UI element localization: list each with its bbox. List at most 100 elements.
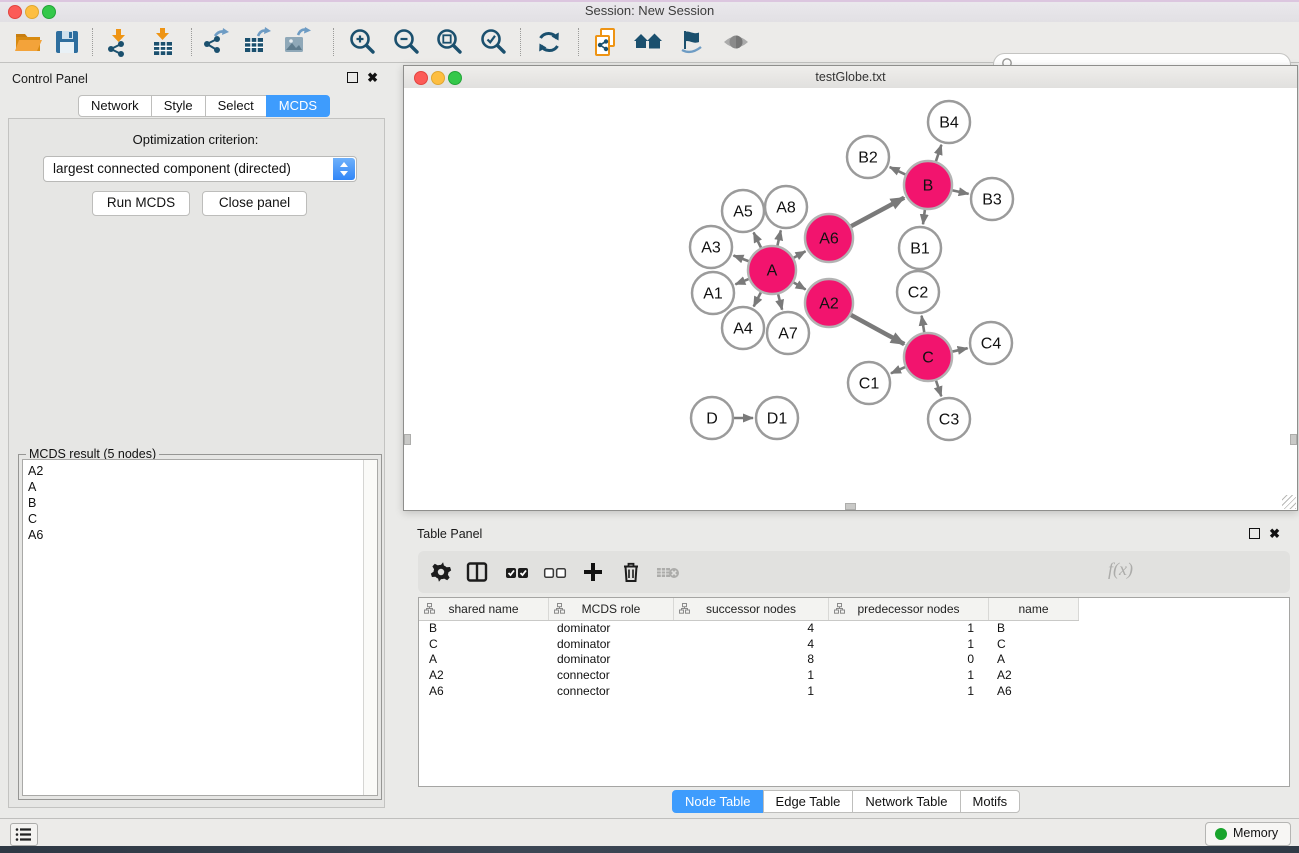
graph-edge-A-A5[interactable] — [754, 233, 762, 249]
delete-table-icon[interactable] — [656, 560, 680, 584]
import-network-icon[interactable] — [104, 27, 134, 57]
table-row[interactable]: Cdominator41C — [419, 637, 1079, 653]
graph-node-C[interactable]: C — [904, 333, 952, 381]
network-window-titlebar[interactable]: testGlobe.txt — [404, 66, 1297, 89]
close-panel-icon[interactable]: ✖ — [367, 72, 378, 83]
graph-node-D1[interactable]: D1 — [756, 397, 798, 439]
graph-edge-B-B3[interactable] — [951, 190, 968, 194]
graph-node-B1[interactable]: B1 — [899, 227, 941, 269]
graph-node-B2[interactable]: B2 — [847, 136, 889, 178]
home-icon[interactable] — [633, 27, 663, 57]
column-header-name[interactable]: name — [989, 598, 1079, 620]
deselect-all-icon[interactable] — [543, 560, 567, 584]
zoom-out-icon[interactable] — [391, 27, 421, 57]
horizontal-scroll-indicator[interactable] — [845, 503, 856, 510]
zoom-in-icon[interactable] — [347, 27, 377, 57]
graph-node-A1[interactable]: A1 — [692, 272, 734, 314]
run-mcds-button[interactable]: Run MCDS — [92, 191, 190, 216]
mcds-result-item[interactable]: A2 — [28, 463, 361, 479]
open-session-icon[interactable] — [13, 27, 43, 57]
graph-node-A5[interactable]: A5 — [722, 190, 764, 232]
graph-edge-A-A1[interactable] — [735, 279, 749, 285]
graph-edge-A-A4[interactable] — [754, 292, 762, 307]
export-network-icon[interactable] — [201, 27, 231, 57]
export-image-icon[interactable] — [281, 27, 311, 57]
select-all-icon[interactable] — [505, 560, 529, 584]
graph-edge-A2-C[interactable] — [850, 315, 904, 345]
table-row[interactable]: A2connector11A2 — [419, 668, 1079, 684]
vertical-scroll-indicator[interactable] — [404, 434, 411, 445]
graph-edge-A-A2[interactable] — [793, 282, 806, 290]
mcds-result-item[interactable]: A6 — [28, 527, 361, 543]
tab-node-table[interactable]: Node Table — [672, 790, 764, 813]
tab-network[interactable]: Network — [78, 95, 152, 117]
graph-edge-A-A7[interactable] — [778, 293, 782, 309]
import-table-icon[interactable] — [148, 27, 178, 57]
graph-node-C2[interactable]: C2 — [897, 271, 939, 313]
graph-edge-A6-B[interactable] — [850, 198, 904, 227]
trash-icon[interactable] — [619, 560, 643, 584]
gear-icon[interactable] — [429, 560, 453, 584]
graph-node-B[interactable]: B — [904, 161, 952, 209]
graph-node-A7[interactable]: A7 — [767, 312, 809, 354]
graph-edge-A-A3[interactable] — [734, 256, 750, 262]
graph-edge-C-C1[interactable] — [891, 367, 906, 374]
refresh-icon[interactable] — [534, 27, 564, 57]
column-header-MCDS-role[interactable]: MCDS role — [549, 598, 674, 620]
graph-node-D[interactable]: D — [691, 397, 733, 439]
graph-node-A[interactable]: A — [748, 246, 796, 294]
column-header-predecessor-nodes[interactable]: predecessor nodes — [829, 598, 989, 620]
mcds-result-item[interactable]: B — [28, 495, 361, 511]
save-session-icon[interactable] — [52, 27, 82, 57]
close-panel-icon[interactable]: ✖ — [1269, 528, 1280, 539]
mcds-result-item[interactable]: C — [28, 511, 361, 527]
graph-node-C1[interactable]: C1 — [848, 362, 890, 404]
tab-mcds[interactable]: MCDS — [266, 95, 330, 117]
zoom-fit-icon[interactable] — [434, 27, 464, 57]
clone-network-icon[interactable] — [592, 27, 622, 57]
export-table-icon[interactable] — [241, 27, 271, 57]
tab-edge-table[interactable]: Edge Table — [763, 790, 854, 813]
resize-grip[interactable] — [1282, 495, 1296, 509]
table-row[interactable]: Adominator80A — [419, 652, 1079, 668]
mcds-result-list[interactable]: A2ABCA6 — [22, 459, 378, 796]
graph-edge-C-C3[interactable] — [936, 380, 942, 397]
memory-button[interactable]: Memory — [1205, 822, 1291, 846]
vertical-scroll-indicator[interactable] — [1290, 434, 1297, 445]
graph-edge-B-B1[interactable] — [923, 209, 925, 224]
table-row[interactable]: Bdominator41B — [419, 621, 1079, 637]
add-icon[interactable] — [581, 560, 605, 584]
tab-motifs[interactable]: Motifs — [960, 790, 1021, 813]
graph-edge-B-B4[interactable] — [936, 145, 942, 162]
zoom-selected-icon[interactable] — [478, 27, 508, 57]
table-row[interactable]: A6connector11A6 — [419, 684, 1079, 700]
graph-node-A4[interactable]: A4 — [722, 307, 764, 349]
graph-edge-B-B2[interactable] — [890, 167, 907, 175]
close-panel-button[interactable]: Close panel — [202, 191, 307, 216]
mcds-result-item[interactable]: A — [28, 479, 361, 495]
float-panel-icon[interactable] — [347, 72, 358, 83]
graph-edge-A-A8[interactable] — [777, 230, 781, 246]
graph-node-C4[interactable]: C4 — [970, 322, 1012, 364]
graph-node-B3[interactable]: B3 — [971, 178, 1013, 220]
column-header-successor-nodes[interactable]: successor nodes — [674, 598, 829, 620]
graph-node-A2[interactable]: A2 — [805, 279, 853, 327]
column-header-shared-name[interactable]: shared name — [419, 598, 549, 620]
graph-node-C3[interactable]: C3 — [928, 398, 970, 440]
float-panel-icon[interactable] — [1249, 528, 1260, 539]
flag-icon[interactable] — [676, 27, 706, 57]
network-canvas[interactable]: A A1A3 A4 A5 A7 A8A6 A2 B B1 B2 B3B4 C C1 C2 C3C4 D D1 — [404, 88, 1297, 510]
tab-network-table[interactable]: Network Table — [852, 790, 960, 813]
task-history-button[interactable] — [10, 823, 38, 846]
graph-edge-C-C2[interactable] — [922, 316, 925, 334]
columns-icon[interactable] — [465, 560, 489, 584]
graph-node-A8[interactable]: A8 — [765, 186, 807, 228]
function-builder-icon[interactable]: f(x) — [1108, 559, 1133, 580]
graph-node-A6[interactable]: A6 — [805, 214, 853, 262]
tab-style[interactable]: Style — [151, 95, 206, 117]
tab-select[interactable]: Select — [205, 95, 267, 117]
graph-node-A3[interactable]: A3 — [690, 226, 732, 268]
graph-node-B4[interactable]: B4 — [928, 101, 970, 143]
result-scrollbar[interactable] — [363, 460, 377, 795]
graph-edge-C-C4[interactable] — [951, 348, 967, 352]
